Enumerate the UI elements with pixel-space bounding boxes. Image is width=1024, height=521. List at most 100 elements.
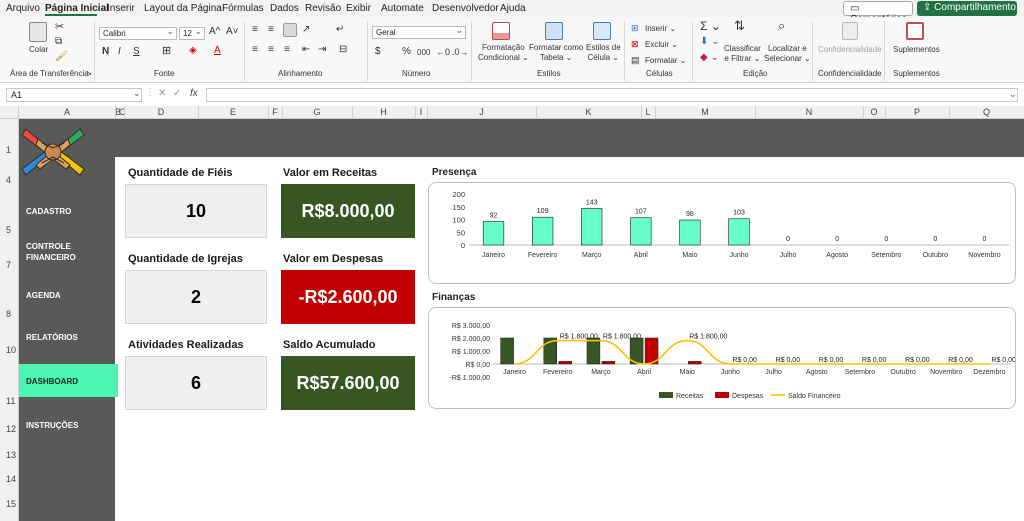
format-table-button[interactable]: Formatar como Tabela ⌄ (529, 43, 583, 63)
menu-automate[interactable]: Automate (381, 3, 424, 14)
decrease-decimal-icon[interactable]: .0→ (452, 47, 469, 57)
insert-function-icon[interactable]: fx (190, 88, 198, 99)
align-center-icon[interactable]: ≡ (268, 45, 274, 55)
row-header[interactable]: 12 (0, 424, 19, 434)
row-header[interactable]: 8 (0, 309, 19, 319)
increase-decimal-icon[interactable]: ←0 (436, 47, 450, 57)
row-header[interactable]: 10 (0, 345, 19, 355)
comments-button[interactable]: ▭ Comentários (843, 1, 913, 25)
percent-button[interactable]: % (402, 47, 411, 57)
conditional-format-button[interactable]: Formatação Condicional ⌄ (478, 43, 529, 63)
column-header[interactable]: E (198, 107, 268, 117)
insert-cells-button[interactable]: Inserir ⌄ (645, 24, 676, 34)
column-header[interactable]: I (415, 107, 427, 117)
cut-icon[interactable]: ✂ (55, 22, 64, 33)
increase-indent-icon[interactable]: ⇥ (318, 45, 326, 55)
nav-cadastro[interactable]: CADASTRO (26, 206, 71, 217)
menu-revisao[interactable]: Revisão (305, 3, 341, 14)
menu-inserir[interactable]: Inserir (107, 3, 135, 14)
align-middle-icon[interactable]: ≡ (268, 25, 274, 35)
format-painter-icon[interactable]: 🖌 (55, 52, 68, 62)
cell-styles-button[interactable]: Estilos de Célula ⌄ (586, 43, 621, 63)
share-button[interactable]: ⇪ Compartilhamento ⌄ (917, 1, 1017, 24)
format-cells-button[interactable]: Formatar ⌄ (645, 56, 686, 66)
wrap-text-icon[interactable]: ↵ (336, 25, 344, 35)
shrink-font-button[interactable]: A˅ (226, 27, 239, 37)
font-color-icon[interactable]: A (214, 46, 221, 56)
column-header[interactable]: Q (949, 107, 1024, 117)
column-header[interactable]: O (863, 107, 885, 117)
number-format-select[interactable]: Geral (372, 25, 466, 39)
nav-dashboard[interactable]: DASHBOARD (19, 364, 118, 397)
delete-cells-button[interactable]: Excluir ⌄ (645, 40, 678, 50)
paste-icon[interactable] (29, 22, 47, 42)
financas-chart-panel[interactable]: -R$ 1.000,00 R$ 0,00 R$ 1.000,00 R$ 2.000,0… (428, 307, 1016, 409)
align-top-icon[interactable]: ≡ (252, 25, 258, 35)
orientation-icon[interactable]: ↗ (302, 25, 310, 35)
menu-arquivo[interactable]: Arquivo (6, 3, 40, 14)
conditional-format-icon[interactable] (492, 22, 510, 40)
merge-center-icon[interactable]: ⊟ (339, 45, 347, 55)
row-header[interactable]: 5 (0, 225, 19, 235)
menu-layout[interactable]: Layout da Página (144, 3, 222, 14)
sensitivity-button[interactable]: Confidencialidade (818, 45, 882, 55)
name-box[interactable]: A1 (6, 88, 142, 102)
nav-instrucoes[interactable]: INSTRUÇÕES (26, 420, 78, 431)
name-box-dropdown-icon[interactable]: ⌄ (133, 88, 141, 99)
column-header[interactable]: D (124, 107, 198, 117)
cell-styles-icon[interactable] (593, 22, 611, 40)
row-header[interactable]: 13 (0, 450, 19, 460)
column-header[interactable]: G (282, 107, 352, 117)
row-header[interactable]: 15 (0, 499, 19, 509)
clear-icon[interactable]: ◆ ⌄ (700, 53, 719, 63)
column-header[interactable]: F (268, 107, 282, 117)
menu-desenvolvedor[interactable]: Desenvolvedor (432, 3, 499, 14)
nav-relatorios[interactable]: RELATÓRIOS (26, 332, 78, 343)
sort-filter-icon[interactable]: ⇅ (734, 19, 745, 32)
sort-filter-button[interactable]: Classificar e Filtrar ⌄ (724, 44, 761, 64)
column-header[interactable]: A (19, 107, 115, 117)
insert-cells-icon[interactable]: ⊞ (631, 23, 639, 33)
menu-dados[interactable]: Dados (270, 3, 299, 14)
autosum-icon[interactable]: Σ ⌄ (700, 20, 721, 32)
column-header[interactable]: L (641, 107, 655, 117)
align-right-icon[interactable]: ≡ (284, 45, 290, 55)
menu-formulas[interactable]: Fórmulas (222, 3, 264, 14)
dialog-launcher-icon[interactable]: ↘ (86, 69, 92, 79)
column-header[interactable]: C (119, 107, 126, 117)
grow-font-button[interactable]: A^ (209, 27, 220, 37)
formula-input[interactable] (206, 88, 1018, 102)
format-cells-icon[interactable]: ▤ (631, 55, 640, 65)
row-header[interactable]: 1 (0, 145, 19, 155)
underline-button[interactable]: S (133, 47, 140, 57)
fill-color-icon[interactable]: ◈ (189, 46, 197, 56)
addins-button[interactable]: Suplementos (893, 45, 940, 55)
paste-button[interactable]: Colar (29, 45, 48, 55)
fill-icon[interactable]: ⬇ ⌄ (700, 37, 720, 47)
accounting-button[interactable]: $ (375, 47, 381, 57)
column-header[interactable]: K (536, 107, 641, 117)
column-header[interactable]: H (352, 107, 415, 117)
menu-exibir[interactable]: Exibir (346, 3, 371, 14)
font-name-select[interactable]: Calibri (99, 26, 177, 40)
menu-ajuda[interactable]: Ajuda (500, 3, 526, 14)
column-header[interactable]: M (655, 107, 755, 117)
thousands-button[interactable]: 000 (417, 48, 430, 58)
align-bottom-icon[interactable] (283, 23, 297, 37)
cancel-icon[interactable]: ✕ (158, 88, 166, 99)
addins-icon[interactable] (906, 22, 924, 40)
align-left-icon[interactable]: ≡ (252, 45, 258, 55)
expand-formula-icon[interactable]: ⌄ (1009, 89, 1017, 100)
font-size-select[interactable]: 12 (179, 26, 205, 40)
column-header[interactable]: N (755, 107, 863, 117)
row-header[interactable]: 14 (0, 474, 19, 484)
borders-icon[interactable]: ⊞ (162, 46, 171, 57)
find-select-icon[interactable]: ⌕ (778, 19, 785, 32)
menu-pagina-inicial[interactable]: Página Inicial (45, 3, 109, 14)
format-table-icon[interactable] (545, 22, 563, 40)
delete-cells-icon[interactable]: ⊠ (631, 39, 639, 49)
bold-button[interactable]: N (102, 47, 109, 57)
column-header[interactable]: J (427, 107, 536, 117)
italic-button[interactable]: I (118, 47, 121, 57)
enter-icon[interactable]: ✓ (173, 88, 181, 99)
